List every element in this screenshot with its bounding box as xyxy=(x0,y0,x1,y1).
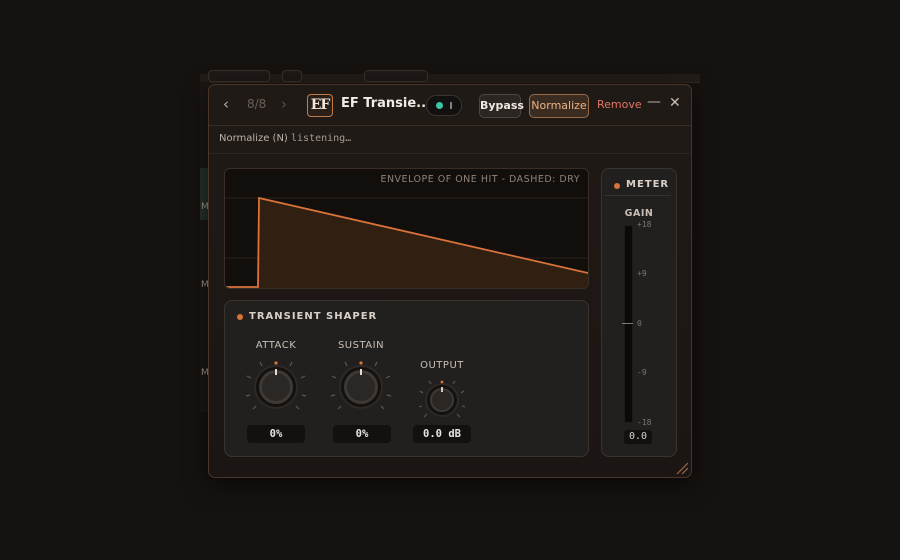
host-tab xyxy=(364,70,428,82)
host-tab xyxy=(208,70,270,82)
resize-grip-icon[interactable] xyxy=(675,461,689,475)
plugin-title: EF Transie... xyxy=(341,96,431,111)
meter-title: METER xyxy=(626,179,670,190)
plugin-counter: 8/8 xyxy=(247,97,267,111)
meter-section: METER GAIN +18 +9 0 -9 -18 0.0 xyxy=(601,168,677,457)
gain-meter-bar xyxy=(624,225,633,423)
section-indicator-dot xyxy=(237,314,243,320)
attack-value[interactable]: 0% xyxy=(247,425,305,443)
meter-tick-label: 0 xyxy=(637,319,642,328)
minimize-button[interactable]: — xyxy=(647,94,661,110)
close-button[interactable]: ✕ xyxy=(669,95,681,111)
meter-indicator-dot xyxy=(614,183,620,189)
gain-readout: 0.0 xyxy=(624,430,652,444)
status-text: listening… xyxy=(291,133,352,144)
next-plugin-button[interactable]: › xyxy=(281,95,287,113)
attack-knob[interactable] xyxy=(244,355,308,419)
bypass-button[interactable]: Bypass xyxy=(479,94,524,118)
envelope-graph xyxy=(225,196,588,288)
envelope-caption: ENVELOPE OF ONE HIT - DASHED: DRY xyxy=(380,174,580,185)
toggle-indicator xyxy=(436,102,443,109)
plugin-window: ‹ 8/8 › EF EF Transie... Bypass Normaliz… xyxy=(208,84,692,478)
attack-label: ATTACK xyxy=(255,340,297,351)
enable-toggle[interactable] xyxy=(426,95,462,116)
toggle-mark xyxy=(450,102,452,109)
meter-tick-label: -9 xyxy=(637,368,647,377)
status-line: Normalize (N) listening… xyxy=(219,133,351,144)
output-label: OUTPUT xyxy=(420,360,464,371)
output-knob[interactable] xyxy=(418,376,466,424)
meter-zero-mark xyxy=(622,323,633,324)
gain-label: GAIN xyxy=(624,208,654,219)
envelope-display: ENVELOPE OF ONE HIT - DASHED: DRY xyxy=(224,168,589,289)
remove-button[interactable]: Remove xyxy=(597,98,642,111)
output-value[interactable]: 0.0 dB xyxy=(413,425,471,443)
section-title: TRANSIENT SHAPER xyxy=(249,311,378,322)
sustain-value[interactable]: 0% xyxy=(333,425,391,443)
transient-shaper-section: TRANSIENT SHAPER ATTACK 0% SUSTAIN 0% OU… xyxy=(224,300,589,457)
plugin-titlebar: ‹ 8/8 › EF EF Transie... Bypass Normaliz… xyxy=(209,85,691,126)
plugin-logo: EF xyxy=(307,94,333,117)
status-prefix: Normalize (N) xyxy=(219,133,288,144)
host-tab xyxy=(282,70,302,82)
meter-tick-label: +9 xyxy=(637,269,647,278)
sustain-knob[interactable] xyxy=(329,355,393,419)
sustain-label: SUSTAIN xyxy=(337,340,385,351)
host-track-strip xyxy=(200,74,700,83)
meter-tick-label: +18 xyxy=(637,220,652,229)
normalize-button[interactable]: Normalize xyxy=(529,94,589,118)
header-divider xyxy=(209,153,691,154)
meter-tick-label: -18 xyxy=(637,418,652,427)
prev-plugin-button[interactable]: ‹ xyxy=(223,95,229,113)
